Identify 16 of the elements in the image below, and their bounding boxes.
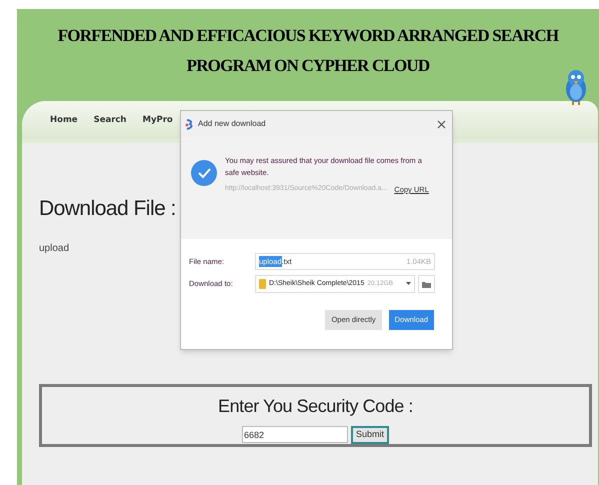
submit-button[interactable]: Submit bbox=[350, 426, 389, 444]
dropdown-caret-icon bbox=[406, 282, 411, 286]
site-title: FORFENDED AND EFFICACIOUS KEYWORD ARRANGED SEARCH bbox=[58, 25, 558, 47]
nav-link[interactable]: MyPro bbox=[142, 114, 173, 126]
security-label: Enter You Security Code : bbox=[218, 394, 413, 418]
site-title: PROGRAM ON CYPHER CLOUD bbox=[186, 55, 430, 77]
nav-link[interactable]: Home bbox=[50, 114, 78, 126]
checkmark-icon bbox=[191, 160, 217, 186]
page-heading: Download File : bbox=[39, 196, 177, 222]
code-field[interactable]: 6682 bbox=[242, 426, 348, 443]
close-icon bbox=[437, 120, 446, 128]
dialog-title: Add new download bbox=[198, 118, 266, 130]
bird-icon bbox=[563, 67, 589, 105]
browse-folder-button[interactable] bbox=[418, 275, 435, 293]
nav-link[interactable]: Search bbox=[94, 114, 126, 126]
close-button[interactable] bbox=[437, 120, 446, 128]
